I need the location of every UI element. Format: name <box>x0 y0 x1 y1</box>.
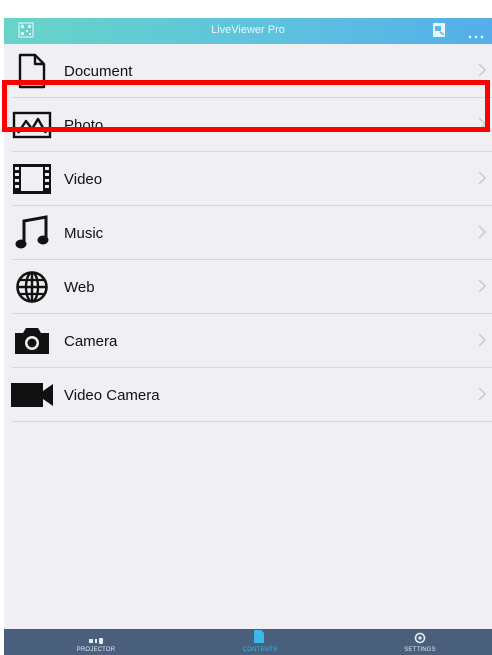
globe-icon <box>10 267 54 307</box>
nav-header: LiveViewer Pro <box>4 18 492 44</box>
photo-icon <box>10 105 54 145</box>
menu-item-label: Music <box>64 224 104 242</box>
chevron-right-icon <box>478 279 486 298</box>
menu-item-label: Camera <box>64 332 118 350</box>
camera-icon <box>10 321 54 361</box>
screen-share-icon[interactable] <box>432 22 446 43</box>
chevron-right-icon <box>478 333 486 352</box>
tab-projector[interactable]: PROJECTOR <box>46 629 146 655</box>
menu-item-document[interactable]: Document <box>4 44 492 98</box>
chevron-right-icon <box>478 117 486 136</box>
tab-contents[interactable]: CONTENTS <box>210 629 310 655</box>
tab-label: PROJECTOR <box>76 647 116 653</box>
menu-item-photo[interactable]: Photo <box>4 98 492 152</box>
menu-item-label: Video <box>64 170 103 188</box>
app-screen: LiveViewer Pro Document Photo Video Musi… <box>4 18 492 655</box>
menu-item-label: Document <box>64 62 133 80</box>
bottom-tab-bar: PROJECTOR CONTENTS SETTINGS <box>4 629 492 655</box>
contents-icon <box>254 630 264 648</box>
tab-label: SETTINGS <box>404 647 436 653</box>
menu-item-video-camera[interactable]: Video Camera <box>4 368 492 422</box>
app-title: LiveViewer Pro <box>211 24 285 36</box>
video-camera-icon <box>10 375 54 415</box>
chevron-right-icon <box>478 63 486 82</box>
menu-item-label: Photo <box>64 116 104 134</box>
menu-item-camera[interactable]: Camera <box>4 314 492 368</box>
tab-label: CONTENTS <box>242 647 278 653</box>
menu-item-video[interactable]: Video <box>4 152 492 206</box>
menu-item-label: Web <box>64 278 95 296</box>
music-note-icon <box>10 213 54 253</box>
document-icon <box>10 51 54 91</box>
chevron-right-icon <box>478 225 486 244</box>
content-menu: Document Photo Video Music Web Camera Vi… <box>4 44 492 422</box>
menu-item-music[interactable]: Music <box>4 206 492 260</box>
film-icon <box>10 159 54 199</box>
tab-settings[interactable]: SETTINGS <box>370 629 470 655</box>
more-icon[interactable] <box>468 27 484 45</box>
menu-item-label: Video Camera <box>64 386 160 404</box>
chevron-right-icon <box>478 171 486 190</box>
chevron-right-icon <box>478 387 486 406</box>
menu-item-web[interactable]: Web <box>4 260 492 314</box>
